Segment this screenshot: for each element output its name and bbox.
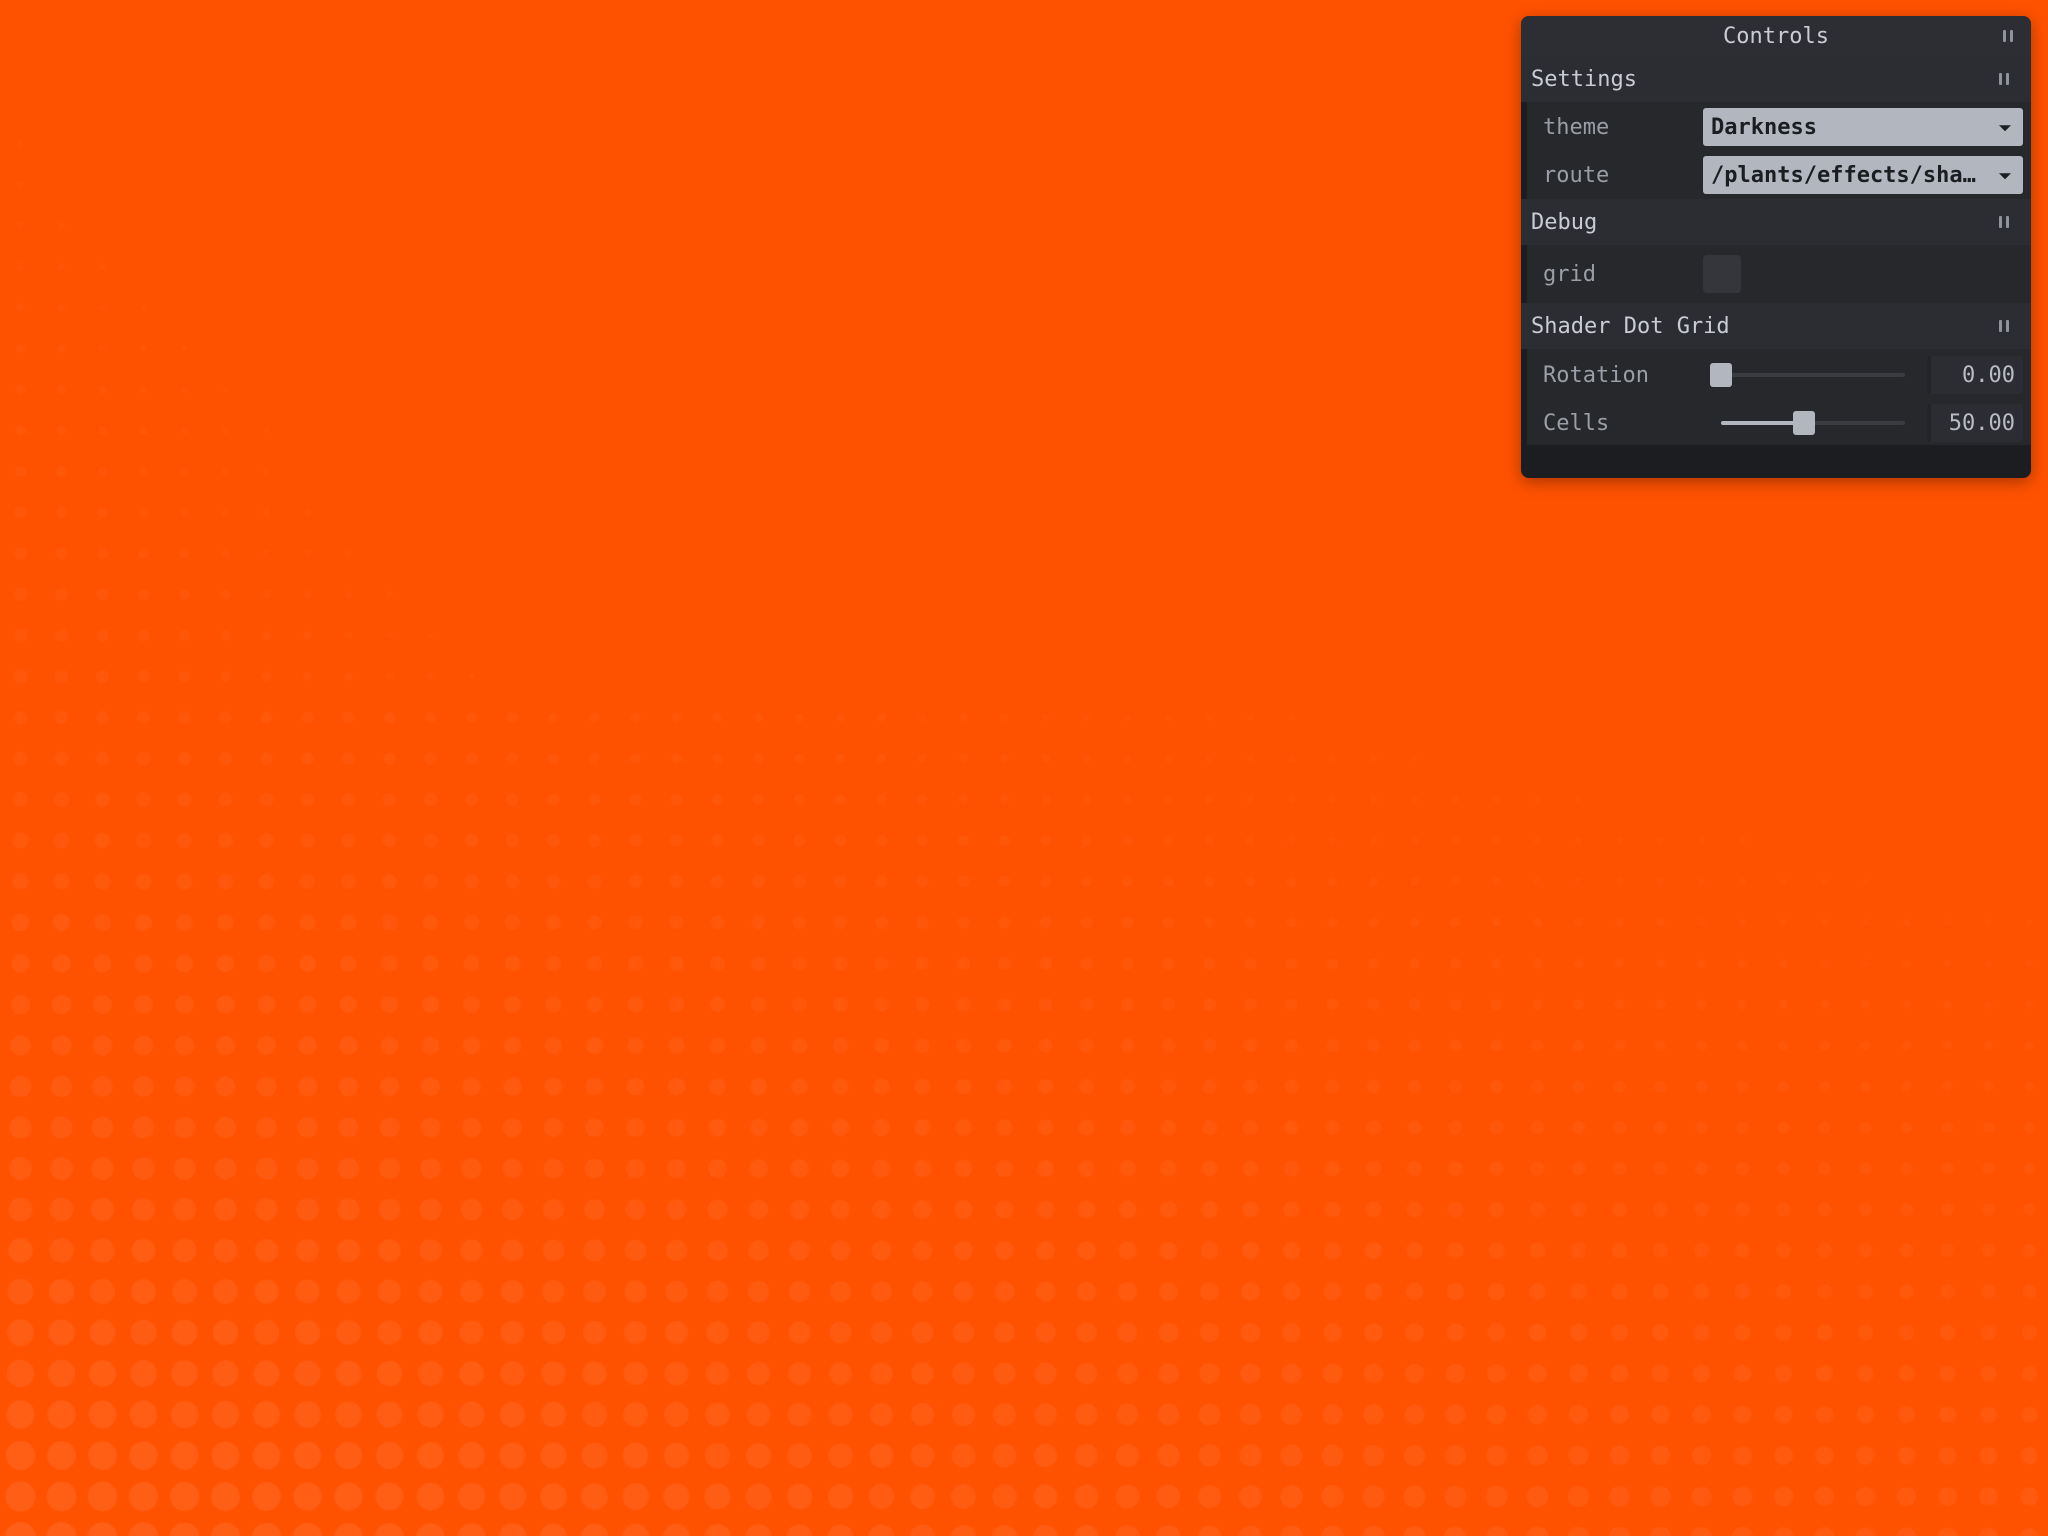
collapse-icon[interactable] [2003, 30, 2013, 42]
shader-dot-grid-folder: Shader Dot Grid Rotation 0.00 Cells 50.0… [1521, 303, 2031, 445]
cells-slider[interactable] [1721, 411, 1905, 435]
cells-value-input[interactable]: 50.00 [1927, 404, 2023, 442]
cells-row: Cells 50.00 [1527, 401, 2031, 445]
debug-folder-title: Debug [1531, 209, 1598, 235]
route-select-value: /plants/effects/sha… [1711, 162, 1976, 188]
settings-folder-header[interactable]: Settings [1521, 56, 2031, 102]
collapse-icon[interactable] [1999, 216, 2009, 228]
debug-folder-header[interactable]: Debug [1521, 199, 2031, 245]
grid-label: grid [1543, 261, 1596, 287]
cells-label: Cells [1543, 410, 1610, 436]
rotation-slider[interactable] [1710, 363, 1905, 387]
grid-checkbox[interactable] [1703, 255, 1741, 293]
cells-slider-handle[interactable] [1792, 411, 1815, 435]
shader-folder-title: Shader Dot Grid [1531, 313, 1730, 339]
theme-row: theme Darkness [1527, 103, 2031, 151]
controls-panel-title[interactable]: Controls [1521, 16, 2031, 56]
theme-select[interactable]: Darkness [1703, 108, 2023, 146]
collapse-icon[interactable] [1999, 73, 2009, 85]
rotation-row: Rotation 0.00 [1527, 349, 2031, 401]
rotation-slider-handle[interactable] [1710, 363, 1732, 387]
panel-title-text: Controls [1723, 23, 1829, 49]
route-select[interactable]: /plants/effects/sha… [1703, 156, 2023, 194]
rotation-label: Rotation [1543, 362, 1649, 388]
collapse-icon[interactable] [1999, 320, 2009, 332]
debug-folder: Debug grid [1521, 199, 2031, 303]
settings-folder: Settings theme Darkness route /plants/ef… [1521, 56, 2031, 199]
cells-slider-fill [1721, 421, 1804, 425]
theme-label: theme [1543, 114, 1610, 140]
route-row: route /plants/effects/sha… [1527, 151, 2031, 199]
settings-folder-title: Settings [1531, 66, 1637, 92]
rotation-value-input[interactable]: 0.00 [1927, 356, 2023, 394]
grid-row: grid [1527, 245, 2031, 303]
chevron-down-icon [1999, 173, 2011, 180]
controls-panel: Controls Settings theme Darkness route /… [1521, 16, 2031, 478]
theme-select-value: Darkness [1711, 114, 1817, 140]
chevron-down-icon [1999, 125, 2011, 132]
route-label: route [1543, 162, 1610, 188]
shader-folder-header[interactable]: Shader Dot Grid [1521, 303, 2031, 349]
